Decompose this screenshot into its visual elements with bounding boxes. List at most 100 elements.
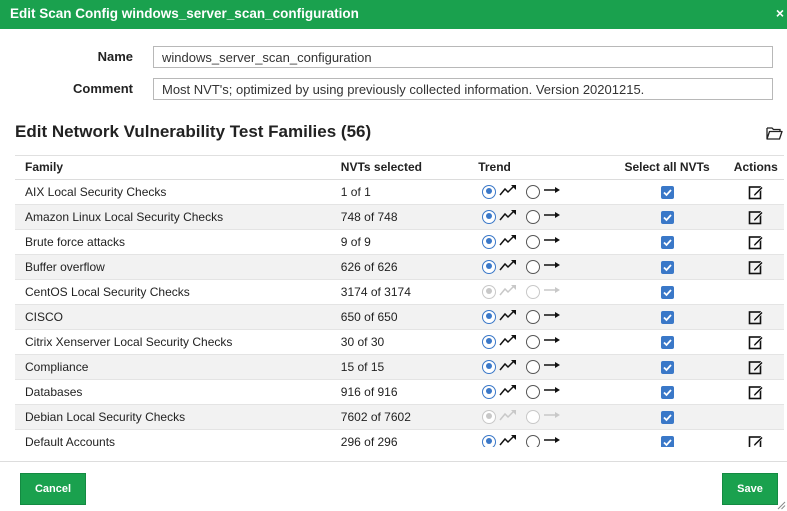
trend-growing-radio[interactable] — [482, 259, 497, 274]
families-table-container[interactable]: Family NVTs selected Trend Select all NV… — [15, 155, 784, 447]
header-nvts-selected[interactable]: NVTs selected — [330, 156, 469, 180]
family-name: Databases — [15, 379, 331, 405]
trend-growing-icon — [499, 359, 523, 374]
trend-static-radio[interactable] — [526, 259, 541, 274]
trend-static-radio[interactable] — [526, 184, 541, 199]
edit-icon[interactable] — [748, 334, 764, 350]
select-all-cell — [606, 254, 728, 280]
trend-static-icon — [543, 359, 567, 374]
edit-icon[interactable] — [748, 209, 764, 225]
trend-static-radio[interactable] — [526, 309, 541, 324]
trend-growing-radio — [482, 284, 497, 299]
trend-growing-radio[interactable] — [482, 234, 497, 249]
edit-icon[interactable] — [748, 259, 764, 275]
trend-growing-radio[interactable] — [482, 384, 497, 399]
edit-icon[interactable] — [748, 359, 764, 375]
header-family[interactable]: Family — [15, 156, 331, 180]
trend-static-radio[interactable] — [526, 234, 541, 249]
trend-cell — [468, 379, 607, 405]
actions-cell — [727, 179, 784, 205]
select-all-cell — [606, 204, 728, 230]
select-all-cell — [606, 179, 728, 205]
select-all-cell — [606, 354, 728, 380]
trend-static-radio[interactable] — [526, 334, 541, 349]
edit-icon[interactable] — [748, 434, 764, 447]
edit-icon[interactable] — [748, 309, 764, 325]
family-name: Compliance — [15, 354, 331, 380]
close-icon[interactable]: × — [776, 5, 784, 21]
header-trend[interactable]: Trend — [468, 156, 607, 180]
cancel-button[interactable]: Cancel — [20, 473, 86, 505]
select-all-cell — [606, 329, 728, 355]
family-name: AIX Local Security Checks — [15, 179, 331, 205]
actions-cell — [727, 279, 784, 305]
select-all-cell — [606, 379, 728, 405]
edit-icon[interactable] — [748, 234, 764, 250]
select-all-checkbox[interactable] — [660, 335, 674, 349]
family-name: Buffer overflow — [15, 254, 331, 280]
trend-growing-radio[interactable] — [482, 309, 497, 324]
table-header-row: Family NVTs selected Trend Select all NV… — [15, 156, 784, 180]
select-all-checkbox[interactable] — [660, 235, 674, 249]
edit-icon[interactable] — [748, 184, 764, 200]
family-name: Brute force attacks — [15, 229, 331, 255]
trend-growing-icon — [499, 234, 523, 249]
trend-static-radio[interactable] — [526, 384, 541, 399]
family-name: Citrix Xenserver Local Security Checks — [15, 329, 331, 355]
edit-icon[interactable] — [748, 384, 764, 400]
nvts-selected: 296 of 296 — [330, 429, 469, 447]
comment-field[interactable] — [153, 78, 773, 100]
resize-handle-icon[interactable] — [777, 501, 786, 510]
select-all-checkbox[interactable] — [660, 210, 674, 224]
trend-static-icon — [543, 334, 567, 349]
nvts-selected: 1 of 1 — [330, 179, 469, 205]
trend-growing-radio[interactable] — [482, 434, 497, 447]
actions-cell — [727, 254, 784, 280]
nvts-selected: 9 of 9 — [330, 229, 469, 255]
dialog-title: Edit Scan Config windows_server_scan_con… — [10, 6, 359, 21]
select-all-checkbox[interactable] — [660, 185, 674, 199]
trend-cell — [468, 229, 607, 255]
trend-growing-radio[interactable] — [482, 334, 497, 349]
trend-static-icon — [543, 209, 567, 224]
select-all-checkbox[interactable] — [660, 310, 674, 324]
nvts-selected: 650 of 650 — [330, 304, 469, 330]
nvts-selected: 15 of 15 — [330, 354, 469, 380]
select-all-checkbox[interactable] — [660, 260, 674, 274]
comment-label: Comment — [73, 81, 133, 96]
trend-static-icon — [543, 309, 567, 324]
trend-cell — [468, 329, 607, 355]
trend-static-radio[interactable] — [526, 434, 541, 447]
select-all-checkbox[interactable] — [660, 385, 674, 399]
trend-static-radio — [526, 284, 541, 299]
table-row: Debian Local Security Checks 7602 of 760… — [15, 404, 784, 430]
trend-static-icon — [543, 284, 567, 299]
select-all-checkbox[interactable] — [660, 360, 674, 374]
save-button[interactable]: Save — [722, 473, 778, 505]
select-all-cell — [606, 304, 728, 330]
table-row: Default Accounts 296 of 296 — [15, 429, 784, 447]
family-name: CentOS Local Security Checks — [15, 279, 331, 305]
comment-row: Comment — [0, 78, 787, 100]
select-all-checkbox[interactable] — [660, 435, 674, 447]
folder-icon[interactable] — [766, 126, 783, 140]
trend-growing-radio[interactable] — [482, 359, 497, 374]
trend-static-icon — [543, 184, 567, 199]
trend-growing-radio[interactable] — [482, 209, 497, 224]
name-label: Name — [97, 49, 133, 64]
trend-growing-icon — [499, 259, 523, 274]
trend-static-radio[interactable] — [526, 359, 541, 374]
select-all-checkbox[interactable] — [660, 410, 674, 424]
table-row: Amazon Linux Local Security Checks 748 o… — [15, 204, 784, 230]
actions-cell — [727, 229, 784, 255]
trend-cell — [468, 204, 607, 230]
name-field[interactable] — [153, 46, 773, 68]
trend-growing-icon — [499, 434, 523, 447]
actions-cell — [727, 304, 784, 330]
family-name: Default Accounts — [15, 429, 331, 447]
select-all-cell — [606, 404, 728, 430]
select-all-checkbox[interactable] — [660, 285, 674, 299]
trend-static-radio[interactable] — [526, 209, 541, 224]
select-all-cell — [606, 229, 728, 255]
trend-growing-radio[interactable] — [482, 184, 497, 199]
